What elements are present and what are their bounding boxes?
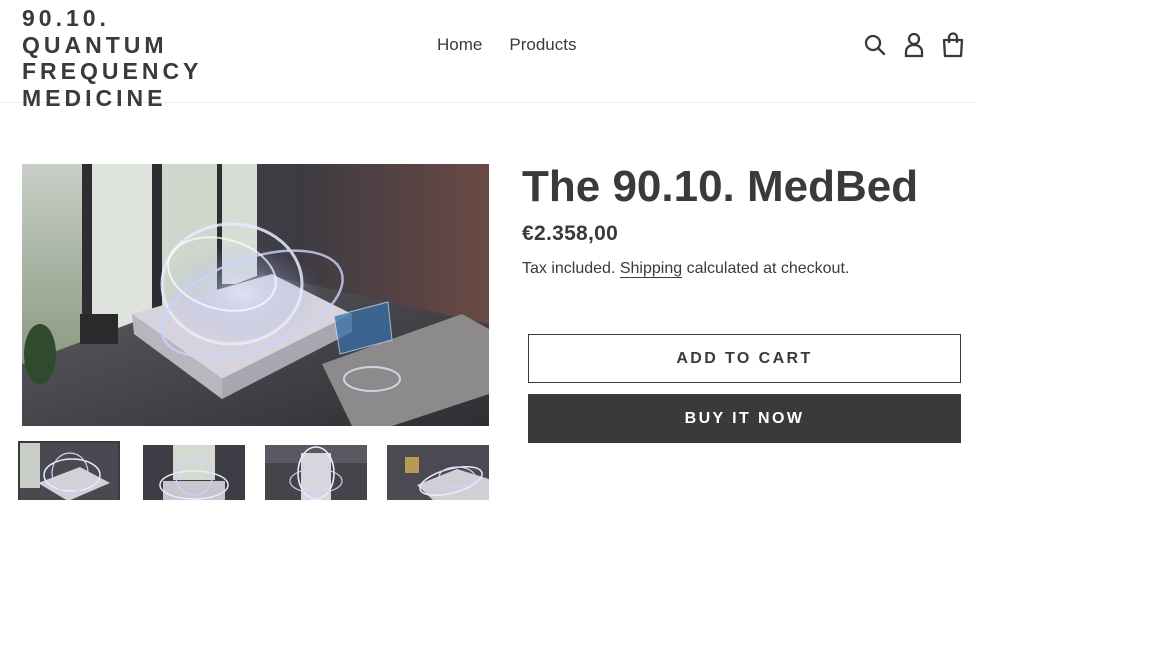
product-thumbnail-4[interactable] <box>387 445 489 500</box>
account-icon[interactable] <box>901 31 926 59</box>
product-title: The 90.10. MedBed <box>522 162 919 211</box>
nav-item-home[interactable]: Home <box>437 34 482 56</box>
tax-shipping-note: Tax included. Shipping calculated at che… <box>522 260 849 278</box>
product-main-image[interactable] <box>22 164 489 426</box>
store-logo[interactable]: 90.10. QUANTUM FREQUENCY MEDICINE <box>22 5 262 111</box>
checkout-note-text: calculated at checkout. <box>686 260 850 277</box>
shipping-link[interactable]: Shipping <box>619 260 683 278</box>
product-price: €2.358,00 <box>522 222 619 245</box>
product-thumbnail-1[interactable] <box>18 441 120 500</box>
product-thumbnail-2[interactable] <box>143 445 245 500</box>
product-thumbnails <box>18 441 490 500</box>
search-icon[interactable] <box>862 31 887 59</box>
product-thumbnail-3[interactable] <box>265 445 367 500</box>
nav-item-products[interactable]: Products <box>509 34 576 56</box>
header-icons <box>862 31 965 59</box>
cart-icon[interactable] <box>940 31 965 59</box>
main-nav: Home Products <box>437 34 576 56</box>
buy-it-now-button[interactable]: Buy it now <box>528 394 961 443</box>
site-header: 90.10. QUANTUM FREQUENCY MEDICINE Home P… <box>0 0 976 111</box>
add-to-cart-button[interactable]: Add to cart <box>528 334 961 383</box>
tax-included-text: Tax included. <box>522 260 616 277</box>
